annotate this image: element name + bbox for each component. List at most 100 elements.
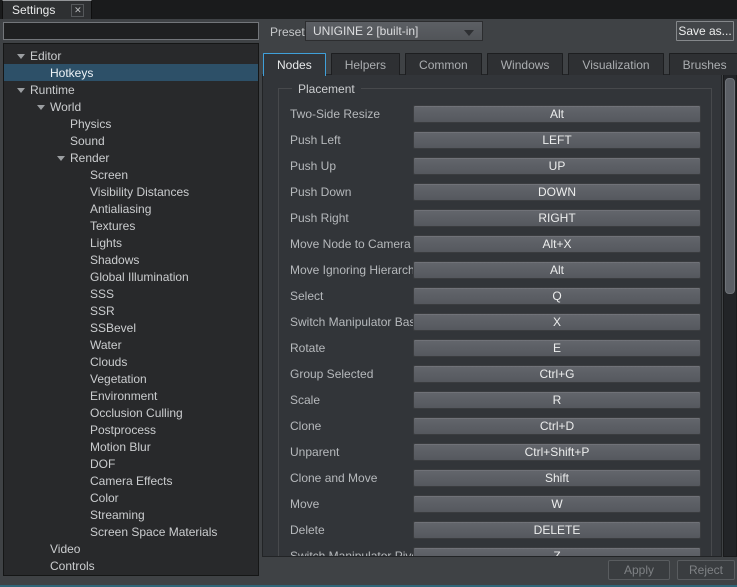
hotkey-row-scale: Scale R xyxy=(279,391,711,409)
hotkey-action-label: Scale xyxy=(290,391,320,409)
tree-item-screen[interactable]: Screen xyxy=(4,166,258,183)
tree-item-label: Screen xyxy=(90,168,128,182)
tab-windows[interactable]: Windows xyxy=(487,53,564,75)
hotkey-binding-button-scale[interactable]: R xyxy=(413,391,701,409)
hotkey-row-clone-and-move: Clone and Move Shift xyxy=(279,469,711,487)
tree-item-label: Color xyxy=(90,491,119,505)
save-as-button[interactable]: Save as... xyxy=(676,21,734,41)
tree-item-water[interactable]: Water xyxy=(4,336,258,353)
scrollbar-thumb[interactable] xyxy=(725,78,735,294)
tree-item-sss[interactable]: SSS xyxy=(4,285,258,302)
tree-item-textures[interactable]: Textures xyxy=(4,217,258,234)
hotkey-binding-button-switch-manipulator-basis[interactable]: X xyxy=(413,313,701,331)
close-icon[interactable]: ✕ xyxy=(71,4,84,17)
tree-item-vegetation[interactable]: Vegetation xyxy=(4,370,258,387)
tree-item-clouds[interactable]: Clouds xyxy=(4,353,258,370)
hotkey-action-label: Move Ignoring Hierarchy xyxy=(290,261,421,279)
tree-item-label: Shadows xyxy=(90,253,139,267)
expander-arrow-icon[interactable] xyxy=(32,104,50,110)
hotkey-binding-button-move-node-to-camera[interactable]: Alt+X xyxy=(413,235,701,253)
tree-item-occlusion-culling[interactable]: Occlusion Culling xyxy=(4,404,258,421)
tree-item-label: Physics xyxy=(70,117,111,131)
preset-dropdown[interactable]: UNIGINE 2 [built-in] xyxy=(305,21,483,41)
tree-item-color[interactable]: Color xyxy=(4,489,258,506)
tree-item-label: Screen Space Materials xyxy=(90,525,217,539)
tree-item-label: Video xyxy=(50,542,80,556)
preset-label: Preset xyxy=(270,25,305,39)
settings-tree: EditorHotkeysRuntime World PhysicsSound Ren… xyxy=(3,43,259,576)
hotkey-action-label: Clone and Move xyxy=(290,469,377,487)
tree-item-lights[interactable]: Lights xyxy=(4,234,258,251)
tree-item-dof[interactable]: DOF xyxy=(4,455,258,472)
hotkey-binding-button-push-down[interactable]: DOWN xyxy=(413,183,701,201)
tree-item-controls[interactable]: Controls xyxy=(4,557,258,574)
chevron-down-icon xyxy=(464,30,474,36)
tree-filter-input[interactable] xyxy=(3,22,259,40)
tree-item-label: World xyxy=(50,100,81,114)
hotkey-row-switch-manipulator-basis: Switch Manipulator BasisX xyxy=(279,313,711,331)
reject-button[interactable]: Reject xyxy=(677,560,735,580)
hotkey-binding-button-move-ignoring-hierarchy[interactable]: Alt xyxy=(413,261,701,279)
tree-item-sound[interactable]: Sound xyxy=(4,132,258,149)
tree-item-global-illumination[interactable]: Global Illumination xyxy=(4,268,258,285)
hotkey-binding-button-two-side-resize[interactable]: Alt xyxy=(413,105,701,123)
hotkey-binding-button-push-left[interactable]: LEFT xyxy=(413,131,701,149)
hotkey-binding-button-unparent[interactable]: Ctrl+Shift+P xyxy=(413,443,701,461)
vertical-scrollbar[interactable] xyxy=(723,74,737,557)
hotkeys-page: Placement Two-Side ResizeAltPush LeftLEF… xyxy=(262,74,722,557)
window-tab-title: Settings xyxy=(12,3,55,17)
expander-arrow-icon[interactable] xyxy=(12,87,30,93)
hotkey-row-rotate: RotateE xyxy=(279,339,711,357)
tab-nodes[interactable]: Nodes xyxy=(263,53,326,76)
hotkey-row-two-side-resize: Two-Side ResizeAlt xyxy=(279,105,711,123)
settings-tab-bar: NodesHelpersCommonWindowsVisualization Br… xyxy=(263,53,737,75)
tree-item-runtime[interactable]: Runtime xyxy=(4,81,258,98)
tree-item-ssr[interactable]: SSR xyxy=(4,302,258,319)
expander-arrow-icon[interactable] xyxy=(12,53,30,59)
tree-item-streaming[interactable]: Streaming xyxy=(4,506,258,523)
tree-item-shadows[interactable]: Shadows xyxy=(4,251,258,268)
hotkey-binding-button-push-right[interactable]: RIGHT xyxy=(413,209,701,227)
tree-item-label: Antialiasing xyxy=(90,202,151,216)
tree-item-motion-blur[interactable]: Motion Blur xyxy=(4,438,258,455)
hotkey-binding-button-push-up[interactable]: UP xyxy=(413,157,701,175)
hotkey-binding-button-delete[interactable]: DELETE xyxy=(413,521,701,539)
tree-item-label: Streaming xyxy=(90,508,145,522)
tab-common[interactable]: Common xyxy=(405,53,482,75)
hotkey-binding-button-clone-and-move[interactable]: Shift xyxy=(413,469,701,487)
tree-item-label: Water xyxy=(90,338,122,352)
hotkey-action-label: Push Up xyxy=(290,157,336,175)
tree-item-world[interactable]: World xyxy=(4,98,258,115)
hotkey-binding-button-clone[interactable]: Ctrl+D xyxy=(413,417,701,435)
tree-item-video[interactable]: Video xyxy=(4,540,258,557)
tree-item-label: Camera Effects xyxy=(90,474,172,488)
hotkey-binding-button-switch-manipulator-pivot[interactable]: Z xyxy=(413,547,701,557)
hotkey-binding-button-move[interactable]: W xyxy=(413,495,701,513)
tab-helpers[interactable]: Helpers xyxy=(331,53,400,75)
tree-item-label: Motion Blur xyxy=(90,440,151,454)
tree-item-environment[interactable]: Environment xyxy=(4,387,258,404)
tree-item-hotkeys[interactable]: Hotkeys xyxy=(4,64,258,81)
tree-item-physics[interactable]: Physics xyxy=(4,115,258,132)
apply-button[interactable]: Apply xyxy=(608,560,670,580)
tree-item-label: Render xyxy=(70,151,109,165)
tree-item-visibility-distances[interactable]: Visibility Distances xyxy=(4,183,258,200)
tree-item-render[interactable]: Render xyxy=(4,149,258,166)
tree-item-antialiasing[interactable]: Antialiasing xyxy=(4,200,258,217)
tree-item-ssbevel[interactable]: SSBevel xyxy=(4,319,258,336)
tab-visualization[interactable]: Visualization xyxy=(568,53,663,75)
tree-item-postprocess[interactable]: Postprocess xyxy=(4,421,258,438)
settings-window-tab[interactable]: Settings ✕ xyxy=(2,0,92,19)
expander-arrow-icon[interactable] xyxy=(52,155,70,161)
hotkey-action-label: Move xyxy=(290,495,319,513)
hotkey-binding-button-select[interactable]: Q xyxy=(413,287,701,305)
tab-brushes[interactable]: Brushes xyxy=(669,53,737,75)
tree-item-editor[interactable]: Editor xyxy=(4,47,258,64)
tree-item-camera-effects[interactable]: Camera Effects xyxy=(4,472,258,489)
hotkey-row-switch-manipulator-pivot: Switch Manipulator PivotZ xyxy=(279,547,711,557)
tree-item-label: Textures xyxy=(90,219,135,233)
tree-item-screen-space-materials[interactable]: Screen Space Materials xyxy=(4,523,258,540)
hotkey-binding-button-group-selected[interactable]: Ctrl+G xyxy=(413,365,701,383)
hotkey-action-label: Push Right xyxy=(290,209,349,227)
hotkey-binding-button-rotate[interactable]: E xyxy=(413,339,701,357)
